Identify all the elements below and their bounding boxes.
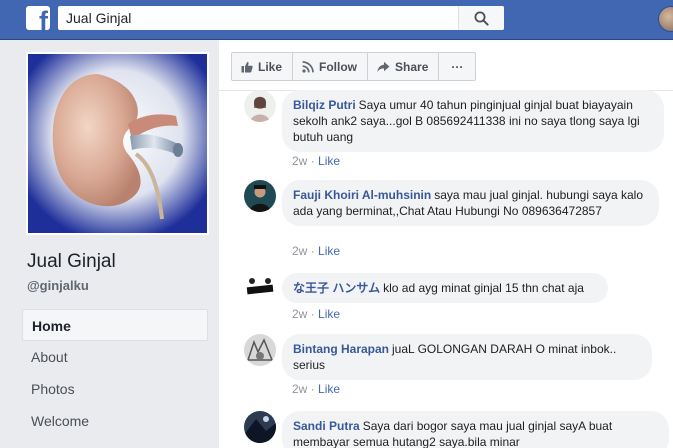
more-options-button[interactable]: ··· [438,52,477,81]
comment-timestamp[interactable]: 2w [292,244,307,258]
search-input[interactable] [58,6,458,30]
more-dots-icon: ··· [451,59,464,74]
comment-author[interactable]: な王子 ハンサム [293,281,380,295]
page-nav: Home About Photos Welcome Posts [22,309,208,448]
commenter-avatar[interactable] [244,411,276,443]
commenter-avatar[interactable] [244,334,276,366]
page-title: Jual Ginjal [27,251,116,272]
comment-like-link[interactable]: Like [318,244,340,258]
comment-timestamp[interactable]: 2w [292,307,307,321]
comment-bubble: Sandi Putra Saya dari bogor saya mau jual… [282,411,669,448]
comment-like-link[interactable]: Like [318,307,340,321]
follow-button[interactable]: Follow [292,52,369,81]
commenter-avatar[interactable] [244,273,276,305]
nav-item-home[interactable]: Home [22,309,208,341]
search-button[interactable] [458,6,504,30]
share-arrow-icon [377,61,390,72]
search-icon [474,11,489,26]
top-bar: f [0,0,673,40]
comment-like-link[interactable]: Like [318,382,340,396]
nav-item-about[interactable]: About [22,341,208,373]
commenter-avatar[interactable] [244,90,276,122]
main-content: Like Follow Share ··· Bilqiz Putri Saya … [219,40,673,448]
search-box [58,6,504,30]
comment-bubble: Fauji Khoiri Al-muhsinin saya mau jual gi… [282,180,659,226]
comment-meta: 2w · Like [292,382,341,396]
comment-bubble: な王子 ハンサム klo ad ayg minat ginjal 15 thn c… [282,273,608,303]
comment-timestamp[interactable]: 2w [292,382,307,396]
comment-bubble: Bintang Harapan juaL GOLONGAN DARAH O min… [282,334,652,380]
user-avatar[interactable] [658,6,673,32]
page-handle[interactable]: @ginjalku [27,278,89,293]
share-button[interactable]: Share [367,52,440,81]
like-button[interactable]: Like [231,52,294,81]
rss-icon [302,60,314,73]
commenter-avatar[interactable] [244,180,276,212]
page-profile-picture[interactable] [26,52,209,235]
comment-author[interactable]: Bilqiz Putri [293,98,356,112]
thumbs-up-icon [241,61,253,72]
comment-author[interactable]: Sandi Putra [293,419,360,433]
comment-meta: 2w · Like [292,154,341,168]
comment-text: klo ad ayg minat ginjal 15 thn chat aja [383,281,584,295]
nav-item-photos[interactable]: Photos [22,373,208,405]
facebook-logo-icon[interactable]: f [26,6,50,30]
comment-meta: 2w · Like [292,307,341,321]
comment-timestamp[interactable]: 2w [292,154,307,168]
comment-bubble: Bilqiz Putri Saya umur 40 tahun pinginjua… [282,90,664,152]
comment-meta: 2w · Like [292,244,341,258]
page-action-bar: Like Follow Share ··· [231,52,477,81]
comment-like-link[interactable]: Like [318,154,340,168]
comment-author[interactable]: Bintang Harapan [293,342,389,356]
comment-author[interactable]: Fauji Khoiri Al-muhsinin [293,188,431,202]
page-sidebar: Jual Ginjal @ginjalku Home About Photos … [0,40,218,448]
nav-item-welcome[interactable]: Welcome [22,405,208,437]
nav-item-posts[interactable]: Posts [22,437,208,448]
kidney-image [28,54,207,233]
